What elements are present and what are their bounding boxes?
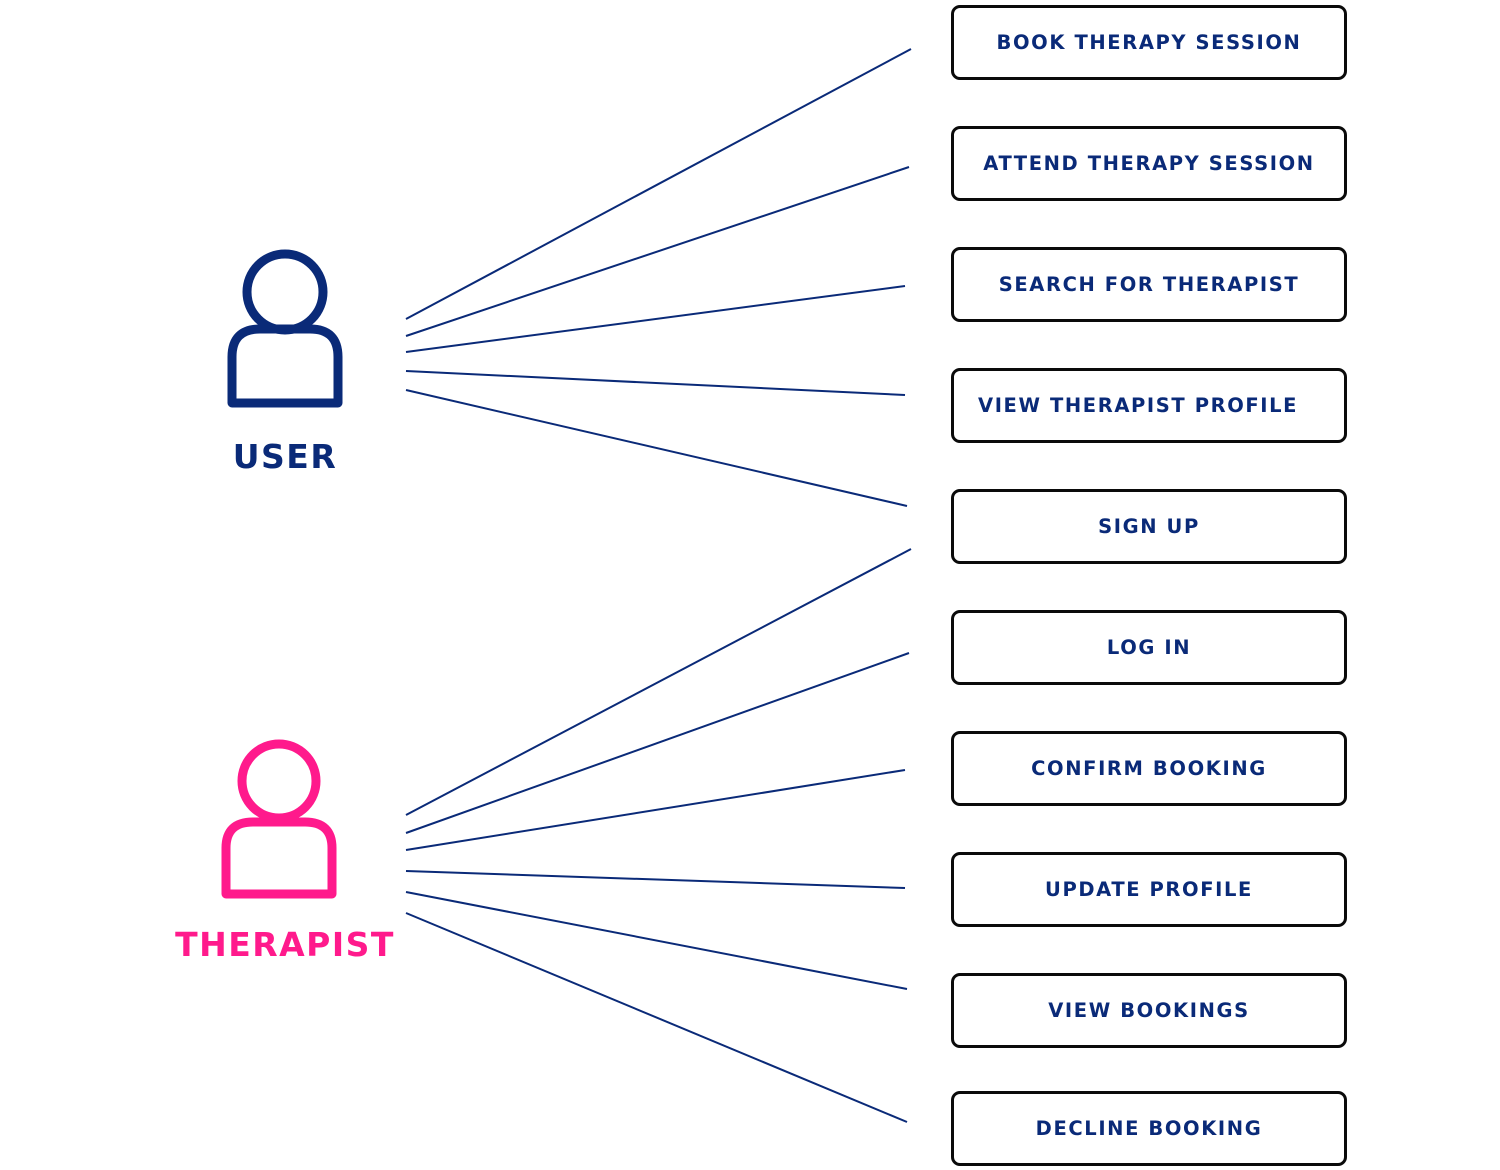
user-person-icon <box>227 249 343 408</box>
association-line-user-view-therapist-profile <box>405 370 906 396</box>
use-case-decline-booking[interactable]: DECLINE BOOKING <box>951 1091 1347 1166</box>
use-case-attend-therapy-session[interactable]: ATTEND THERAPY SESSION <box>951 126 1347 201</box>
use-case-update-profile[interactable]: UPDATE PROFILE <box>951 852 1347 927</box>
use-case-label: CONFIRM BOOKING <box>1031 757 1267 780</box>
use-case-label: SIGN UP <box>1098 515 1200 538</box>
use-case-label: SEARCH FOR THERAPIST <box>998 273 1300 296</box>
therapist-person-icon <box>221 739 337 899</box>
association-line-therapist-sign-up <box>405 548 912 816</box>
association-line-therapist-decline-booking <box>405 912 908 1123</box>
use-case-label: ATTEND THERAPY SESSION <box>983 152 1315 175</box>
use-case-sign-up[interactable]: SIGN UP <box>951 489 1347 564</box>
use-case-log-in[interactable]: LOG IN <box>951 610 1347 685</box>
use-case-label: LOG IN <box>1106 636 1192 659</box>
use-case-search-for-therapist[interactable]: SEARCH FOR THERAPIST <box>951 247 1347 322</box>
use-case-view-bookings[interactable]: VIEW BOOKINGS <box>951 973 1347 1048</box>
use-case-book-therapy-session[interactable]: BOOK THERAPY SESSION <box>951 5 1347 80</box>
use-case-confirm-booking[interactable]: CONFIRM BOOKING <box>951 731 1347 806</box>
association-line-therapist-view-bookings <box>405 891 908 990</box>
association-line-user-attend-therapy-session <box>405 166 910 337</box>
use-case-view-therapist-profile[interactable]: VIEW THERAPIST PROFILE <box>951 368 1347 443</box>
association-line-therapist-confirm-booking <box>405 769 906 851</box>
user-actor-label: USER <box>232 437 338 476</box>
association-line-therapist-log-in <box>405 652 910 834</box>
use-case-label: UPDATE PROFILE <box>1045 878 1253 901</box>
association-line-therapist-update-profile <box>405 870 906 889</box>
use-case-label: DECLINE BOOKING <box>1035 1117 1263 1140</box>
use-case-label: VIEW BOOKINGS <box>1048 999 1250 1022</box>
association-line-user-book-therapy-session <box>405 48 912 320</box>
therapist-actor-label: THERAPIST <box>175 925 395 964</box>
use-case-label: VIEW THERAPIST PROFILE <box>978 394 1299 417</box>
association-line-user-sign-up <box>405 389 908 507</box>
use-case-label: BOOK THERAPY SESSION <box>996 31 1302 54</box>
association-line-user-search-for-therapist <box>405 285 906 353</box>
